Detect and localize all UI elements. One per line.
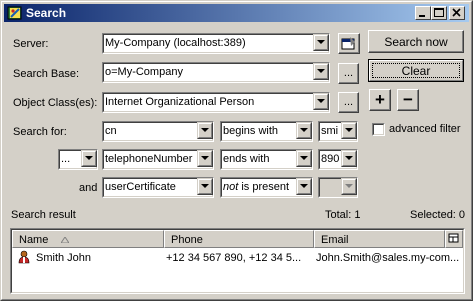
- and-label: and: [79, 182, 98, 194]
- row3-condition-dropdown-arrow[interactable]: [296, 178, 312, 195]
- row3-condition-value: not is present: [223, 181, 294, 193]
- object-class-dropdown-arrow[interactable]: [313, 93, 329, 110]
- search-base-value: o=My-Company: [105, 66, 183, 78]
- row2-attribute-select[interactable]: telephoneNumber: [102, 149, 214, 170]
- object-class-browse-button[interactable]: ...: [338, 92, 359, 113]
- row1-value: smi: [321, 125, 339, 137]
- row1-condition-dropdown-arrow[interactable]: [296, 122, 312, 139]
- clear-button[interactable]: Clear: [368, 59, 464, 82]
- search-window: Search Server: My-Company (localhost:389…: [0, 0, 473, 301]
- server-value: My-Company (localhost:389): [105, 37, 246, 49]
- search-base-dropdown-arrow[interactable]: [313, 63, 329, 80]
- window-title: Search: [26, 6, 67, 20]
- object-class-browse-label: ...: [343, 96, 354, 108]
- row2-value-dropdown-arrow[interactable]: [341, 150, 357, 167]
- object-class-label: Object Class(es):: [13, 97, 98, 109]
- add-label: +: [375, 90, 385, 109]
- selected-count: Selected: 0: [410, 209, 466, 221]
- column-phone-label: Phone: [171, 234, 203, 246]
- row2-value: 890: [321, 153, 339, 165]
- search-for-label: Search for:: [13, 126, 67, 138]
- object-class-value: Internet Organizational Person: [105, 96, 255, 108]
- advanced-filter-label[interactable]: advanced filter: [389, 123, 461, 135]
- row3-value-combo: [318, 177, 358, 198]
- row1-value-combo[interactable]: smi: [318, 121, 358, 142]
- app-book-icon: [7, 5, 23, 21]
- column-chooser-icon: [448, 233, 459, 243]
- row1-attribute-dropdown-arrow[interactable]: [197, 122, 213, 139]
- row3-value-dropdown-arrow: [341, 178, 357, 195]
- search-base-browse-label: ...: [343, 67, 354, 79]
- column-name-label: Name: [19, 234, 49, 246]
- row3-negation: not: [223, 181, 239, 193]
- add-condition-button[interactable]: +: [369, 89, 391, 111]
- column-email-label: Email: [321, 234, 349, 246]
- row2-logic-value: ...: [61, 153, 71, 165]
- row3-attribute-value: userCertificate: [105, 181, 176, 193]
- remove-condition-button[interactable]: −: [397, 89, 419, 111]
- row1-attribute-select[interactable]: cn: [102, 121, 214, 142]
- sort-ascending-icon: [61, 237, 69, 243]
- close-button[interactable]: [449, 6, 465, 20]
- remove-label: −: [403, 90, 413, 109]
- advanced-filter-checkbox[interactable]: [372, 123, 385, 136]
- maximize-button[interactable]: [431, 6, 447, 20]
- row3-attribute-select[interactable]: userCertificate: [102, 177, 214, 198]
- search-base-browse-button[interactable]: ...: [338, 63, 359, 84]
- minimize-button[interactable]: [415, 6, 431, 20]
- column-header-phone[interactable]: Phone: [164, 230, 314, 248]
- row2-attribute-dropdown-arrow[interactable]: [197, 150, 213, 167]
- row3-attribute-dropdown-arrow[interactable]: [197, 178, 213, 195]
- column-header-email[interactable]: Email: [314, 230, 445, 248]
- object-class-select[interactable]: Internet Organizational Person: [102, 92, 330, 113]
- column-header-name[interactable]: Name: [12, 230, 164, 248]
- row1-condition-select[interactable]: begins with: [220, 121, 313, 142]
- row-email: John.Smith@sales.my-com...: [316, 252, 460, 264]
- row3-condition-select[interactable]: not is present: [220, 177, 313, 198]
- server-label: Server:: [13, 38, 49, 50]
- row1-condition-value: begins with: [223, 125, 279, 137]
- row-name: Smith John: [36, 252, 92, 264]
- results-list[interactable]: Name Phone Email Smith John +12 34 567 8…: [10, 228, 465, 294]
- row-phone: +12 34 567 890, +12 34 5...: [166, 252, 302, 264]
- row2-value-combo[interactable]: 890: [318, 149, 358, 170]
- total-count: Total: 1: [325, 209, 361, 221]
- clear-label: Clear: [401, 64, 431, 78]
- row2-logic-select[interactable]: ...: [58, 149, 98, 170]
- search-base-label: Search Base:: [13, 68, 80, 80]
- row2-condition-value: ends with: [223, 153, 270, 165]
- row2-attribute-value: telephoneNumber: [105, 153, 193, 165]
- search-now-button[interactable]: Search now: [368, 30, 464, 53]
- row2-condition-dropdown-arrow[interactable]: [296, 150, 312, 167]
- row1-value-dropdown-arrow[interactable]: [341, 122, 357, 139]
- row3-condition: is present: [241, 181, 290, 193]
- search-now-label: Search now: [384, 35, 448, 49]
- title-bar[interactable]: Search: [4, 4, 469, 22]
- server-properties-icon: [341, 37, 355, 50]
- search-base-select[interactable]: o=My-Company: [102, 62, 330, 83]
- server-properties-button[interactable]: [338, 33, 360, 54]
- row2-logic-dropdown-arrow[interactable]: [81, 150, 97, 167]
- row1-attribute-value: cn: [105, 125, 117, 137]
- server-select[interactable]: My-Company (localhost:389): [102, 33, 330, 54]
- user-icon: [18, 250, 30, 264]
- column-chooser-button[interactable]: [445, 230, 463, 248]
- search-result-label: Search result: [11, 209, 76, 221]
- server-dropdown-arrow[interactable]: [313, 34, 329, 51]
- row2-condition-select[interactable]: ends with: [220, 149, 313, 170]
